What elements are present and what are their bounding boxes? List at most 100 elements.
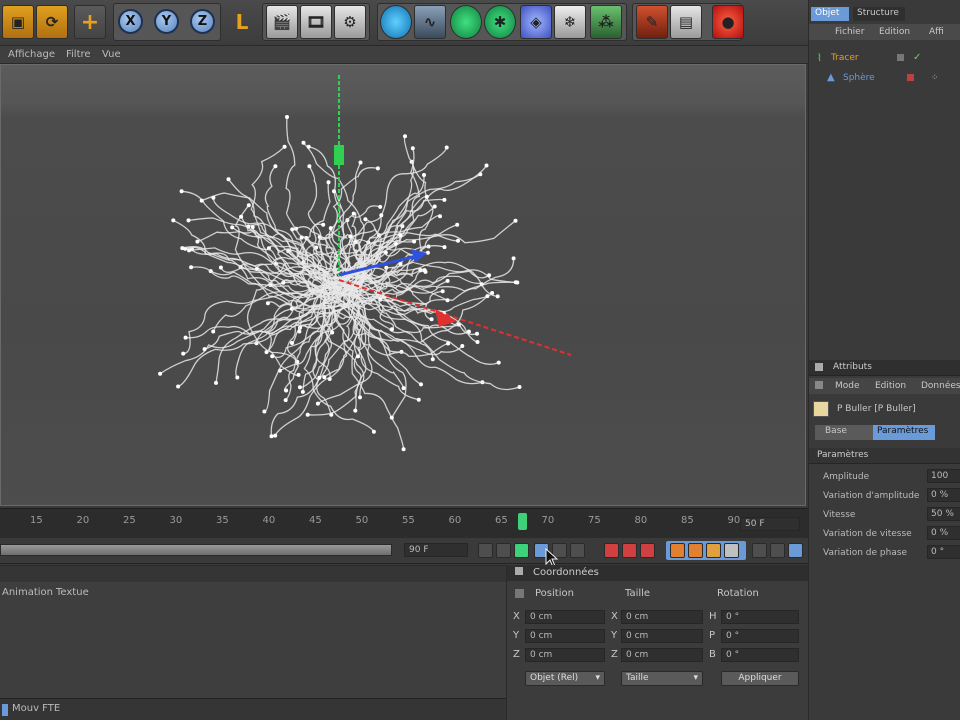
particle-point [305, 412, 310, 417]
undo-icon[interactable]: ▣ [2, 5, 34, 39]
record-icon[interactable]: ● [712, 5, 744, 39]
particle-point [290, 341, 294, 345]
rotation-field[interactable]: 0 ° [721, 648, 799, 662]
light-icon[interactable]: ✎ [636, 5, 668, 39]
key-pla-icon[interactable] [752, 543, 767, 558]
go-to-end-icon[interactable] [570, 543, 585, 558]
object-row-tracer[interactable]: ⌇ Tracer ✓ [809, 52, 960, 66]
tab-objects[interactable]: Objet [811, 7, 849, 21]
coords-lock-icon[interactable] [515, 589, 524, 598]
attribute-value-field[interactable]: 100 [927, 469, 960, 483]
attribute-label: Variation de vitesse [823, 529, 912, 539]
z-axis-lock-icon[interactable]: Z [190, 9, 215, 34]
object-row-sphere[interactable]: ▲ Sphère ⁘ [809, 72, 960, 86]
redo-icon[interactable]: ⟳ [36, 5, 68, 39]
visibility-dot[interactable] [907, 74, 914, 81]
scene-icon[interactable]: ⁂ [590, 5, 622, 39]
deformer-icon[interactable]: ◈ [520, 5, 552, 39]
attribute-value-field[interactable]: 0 % [927, 488, 960, 502]
3d-viewport[interactable] [0, 64, 806, 506]
spline-icon[interactable]: ∿ [414, 5, 446, 39]
particle-point [211, 329, 216, 334]
key-scale-icon[interactable] [688, 543, 703, 558]
menu-file[interactable]: Fichier [835, 27, 864, 37]
tag-icon[interactable]: ⁘ [931, 73, 939, 83]
attribute-value-field[interactable]: 0 ° [927, 545, 960, 559]
dropdown-arrow-icon: ▾ [693, 673, 698, 683]
interpolation-icon[interactable] [770, 543, 785, 558]
previous-frame-icon[interactable] [496, 543, 511, 558]
enabled-check-icon[interactable]: ✓ [913, 52, 921, 63]
render-view-icon[interactable]: 🎬 [266, 5, 298, 39]
timeline-window-icon[interactable]: ▤ [670, 5, 702, 39]
coordinates-title: Coordonnées [533, 567, 599, 578]
visibility-dot[interactable] [897, 54, 904, 61]
particle-point [358, 395, 362, 400]
key-rotation-icon[interactable] [706, 543, 721, 558]
array-icon[interactable]: ✱ [484, 5, 516, 39]
particle-point [389, 415, 394, 420]
key-position-icon[interactable] [670, 543, 685, 558]
menu-edit[interactable]: Edition [879, 27, 910, 37]
play-backward-icon[interactable] [514, 543, 529, 558]
y-axis-lock-icon[interactable]: Y [154, 9, 179, 34]
particle-point [353, 408, 358, 413]
size-field[interactable]: 0 cm [621, 629, 703, 643]
particle-point [445, 298, 450, 303]
menu-animation[interactable]: Animation [2, 587, 53, 598]
menu-display[interactable]: Affichage [8, 49, 55, 60]
particle-point [401, 447, 406, 452]
menu-data[interactable]: Données [921, 381, 960, 391]
move-tool-icon[interactable]: + [74, 5, 106, 39]
x-axis-lock-icon[interactable]: X [118, 9, 143, 34]
size-field[interactable]: 0 cm [621, 648, 703, 662]
key-param-icon[interactable] [724, 543, 739, 558]
position-field[interactable]: 0 cm [525, 629, 605, 643]
frame-range-slider[interactable] [0, 544, 392, 556]
playhead[interactable] [518, 513, 527, 530]
attribute-row: Vitesse 50 % [809, 506, 960, 524]
position-field[interactable]: 0 cm [525, 610, 605, 624]
record-keys-icon[interactable] [604, 543, 619, 558]
attribute-value-field[interactable]: 50 % [927, 507, 960, 521]
particle-point [296, 372, 301, 377]
x-axis-handle [338, 279, 572, 356]
end-frame-field[interactable]: 90 F [404, 543, 468, 557]
size-mode-dropdown[interactable]: Taille ▾ [621, 671, 703, 686]
menu-texture[interactable]: Textue [56, 587, 89, 598]
particle-point [424, 194, 429, 199]
coordinate-system-icon[interactable]: L [226, 5, 258, 39]
timeline-ruler[interactable]: 15 20 25 30 35 40 45 50 55 60 65 70 75 80 85 90 50 F [0, 508, 808, 538]
menu-view[interactable]: Vue [102, 49, 121, 60]
tab-structure[interactable]: Structure [853, 7, 905, 21]
cube-primitive-icon[interactable] [380, 5, 412, 39]
render-picture-icon[interactable]: 🎞 [300, 5, 332, 39]
menu-edition[interactable]: Edition [875, 381, 906, 391]
particle-icon[interactable]: ❄ [554, 5, 586, 39]
current-frame-field[interactable]: 50 F [740, 517, 800, 531]
menu-mode[interactable]: Mode [835, 381, 860, 391]
go-to-start-icon[interactable] [478, 543, 493, 558]
coordinate-mode-dropdown[interactable]: Objet (Rel) ▾ [525, 671, 605, 686]
tab-parameters[interactable]: Paramètres [873, 425, 935, 440]
rotation-field[interactable]: 0 ° [721, 610, 799, 624]
particle-point [307, 164, 312, 169]
menu-display-obj[interactable]: Affi [929, 27, 944, 37]
key-selection-icon[interactable] [640, 543, 655, 558]
col-size: Taille [625, 588, 651, 599]
apply-button[interactable]: Appliquer [721, 671, 799, 686]
position-field[interactable]: 0 cm [525, 648, 605, 662]
particle-point [195, 239, 200, 244]
attribute-value-field[interactable]: 0 % [927, 526, 960, 540]
menu-filter[interactable]: Filtre [66, 49, 91, 60]
motion-mode-icon[interactable] [788, 543, 803, 558]
render-settings-icon[interactable]: ⚙ [334, 5, 366, 39]
autokey-icon[interactable] [622, 543, 637, 558]
nurbs-icon[interactable] [450, 5, 482, 39]
size-field[interactable]: 0 cm [621, 610, 703, 624]
object-name-tracer: Tracer [831, 53, 859, 63]
attributes-title: Attributs [833, 362, 872, 372]
size-axis-label: X [611, 611, 618, 622]
tab-base[interactable]: Base [815, 425, 873, 440]
rotation-field[interactable]: 0 ° [721, 629, 799, 643]
